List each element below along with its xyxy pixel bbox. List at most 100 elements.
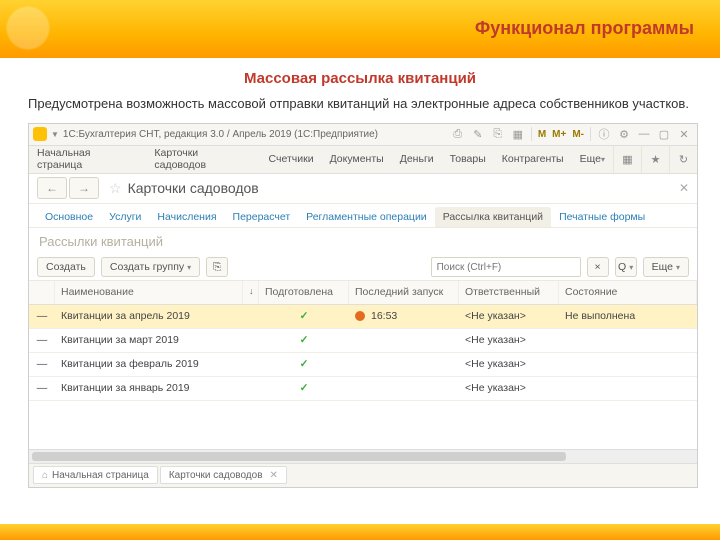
cell-state [559,353,697,376]
row-handle-icon: — [29,377,55,400]
toolbar-extra-button[interactable]: ⎘ [206,257,228,277]
main-menu: Начальная страница Карточки садоводов Сч… [29,146,697,174]
info-icon[interactable]: ⓘ [595,126,613,142]
horizontal-scrollbar[interactable] [29,449,697,463]
cell-last: 16:53 [349,305,459,328]
cell-state [559,329,697,352]
star-icon[interactable]: ★ [641,145,669,173]
app-menu-chevron-icon[interactable]: ▼ [51,130,59,139]
cell-prep: ✓ [259,305,349,328]
cell-resp: <Не указан> [459,353,559,376]
home-icon: ⌂ [42,470,48,481]
create-button[interactable]: Создать [37,257,95,277]
tab-regops[interactable]: Регламентные операции [298,207,435,227]
tab-mailing[interactable]: Рассылка квитанций [435,207,551,227]
row-handle-icon: — [29,305,55,328]
slide-subtitle: Массовая рассылка квитанций [0,70,720,87]
window-title: 1С:Бухгалтерия СНТ, редакция 3.0 / Апрел… [63,129,445,140]
status-dot-icon [355,311,365,321]
slide-intro: Предусмотрена возможность массовой отпра… [0,95,720,123]
settings-icon[interactable]: ⚙ [615,126,633,142]
history-icon[interactable]: ↻ [669,145,697,173]
check-icon: ✓ [300,310,309,322]
slide-header: Функционал программы [475,18,694,39]
memory-m[interactable]: M [536,126,548,142]
cell-last [349,377,459,400]
cell-state: Не выполнена [559,305,697,328]
cell-prep: ✓ [259,353,349,376]
close-tab-icon[interactable]: ✕ [270,470,278,481]
page-title: Карточки садоводов [128,180,259,196]
table-row[interactable]: —Квитанции за февраль 2019 ✓ <Не указан> [29,353,697,377]
view-tabs: ⌂Начальная страница Карточки садоводов✕ [29,463,697,487]
search-input[interactable] [431,257,581,277]
link-icon[interactable]: ⎘ [489,126,507,142]
table-row[interactable]: —Квитанции за апрель 2019✓16:53<Не указа… [29,305,697,329]
cell-last [349,329,459,352]
favorite-star-icon[interactable]: ☆ [109,180,122,197]
menu-more[interactable]: Еще [572,146,613,173]
memory-m-plus[interactable]: M+ [550,126,568,142]
tab-accruals[interactable]: Начисления [149,207,224,227]
menu-counters[interactable]: Счетчики [261,146,322,173]
section-title: Рассылки квитанций [29,228,697,255]
col-state[interactable]: Состояние [559,281,697,304]
page-header: ← → ☆ Карточки садоводов ✕ [29,174,697,204]
nav-forward-button[interactable]: → [69,177,99,199]
check-icon: ✓ [300,334,309,346]
tab-main[interactable]: Основное [37,207,101,227]
grid-header: Наименование ↓ Подготовлена Последний за… [29,281,697,305]
slide-footer-band [0,524,720,540]
cell-prep: ✓ [259,377,349,400]
tab-home-page[interactable]: ⌂Начальная страница [33,466,158,484]
cell-last [349,353,459,376]
cell-name: Квитанции за апрель 2019 [55,305,243,328]
calc-icon[interactable]: ▦ [509,126,527,142]
tab-services[interactable]: Услуги [101,207,149,227]
row-handle-icon: — [29,329,55,352]
table-row[interactable]: —Квитанции за март 2019 ✓ <Не указан> [29,329,697,353]
close-window-icon[interactable]: ✕ [675,126,693,142]
sort-indicator-icon[interactable]: ↓ [243,281,259,304]
memory-m-minus[interactable]: M- [570,126,586,142]
tab-recalc[interactable]: Перерасчет [225,207,299,227]
minimize-icon[interactable]: — [635,126,653,142]
cell-resp: <Не указан> [459,377,559,400]
menu-goods[interactable]: Товары [442,146,494,173]
create-group-button[interactable]: Создать группу▾ [101,257,200,277]
page-tabs: Основное Услуги Начисления Перерасчет Ре… [29,204,697,228]
nav-back-button[interactable]: ← [37,177,67,199]
slide-header-band: Функционал программы [0,0,720,58]
more-button[interactable]: Еще▾ [643,257,689,277]
menu-docs[interactable]: Документы [322,146,392,173]
cell-name: Квитанции за февраль 2019 [55,353,243,376]
cell-name: Квитанции за март 2019 [55,329,243,352]
cell-name: Квитанции за январь 2019 [55,377,243,400]
cell-state [559,377,697,400]
tool-icon[interactable]: ✎ [469,126,487,142]
col-prep[interactable]: Подготовлена [259,281,349,304]
data-grid: Наименование ↓ Подготовлена Последний за… [29,281,697,449]
grid-icon[interactable]: ▦ [613,145,641,173]
maximize-icon[interactable]: ▢ [655,126,673,142]
list-toolbar: Создать Создать группу▾ ⎘ × Q▾ Еще▾ [29,255,697,281]
titlebar-icons: ⎙ ✎ ⎘ ▦ M M+ M- ⓘ ⚙ — ▢ ✕ [449,126,693,142]
cell-resp: <Не указан> [459,329,559,352]
clear-search-button[interactable]: × [587,257,609,277]
col-resp[interactable]: Ответственный [459,281,559,304]
menu-home[interactable]: Начальная страница [29,146,146,173]
print-icon[interactable]: ⎙ [449,126,467,142]
menu-money[interactable]: Деньги [392,146,442,173]
tab-printforms[interactable]: Печатные формы [551,207,653,227]
tab-current-page[interactable]: Карточки садоводов✕ [160,466,287,484]
menu-contr[interactable]: Контрагенты [494,146,572,173]
advanced-search-button[interactable]: Q▾ [615,257,637,277]
col-last[interactable]: Последний запуск [349,281,459,304]
check-icon: ✓ [300,382,309,394]
row-handle-icon: — [29,353,55,376]
close-page-icon[interactable]: ✕ [679,181,689,195]
menu-cards[interactable]: Карточки садоводов [146,146,260,173]
window-titlebar: ▼ 1С:Бухгалтерия СНТ, редакция 3.0 / Апр… [29,124,697,146]
table-row[interactable]: —Квитанции за январь 2019 ✓ <Не указан> [29,377,697,401]
col-name[interactable]: Наименование [55,281,243,304]
